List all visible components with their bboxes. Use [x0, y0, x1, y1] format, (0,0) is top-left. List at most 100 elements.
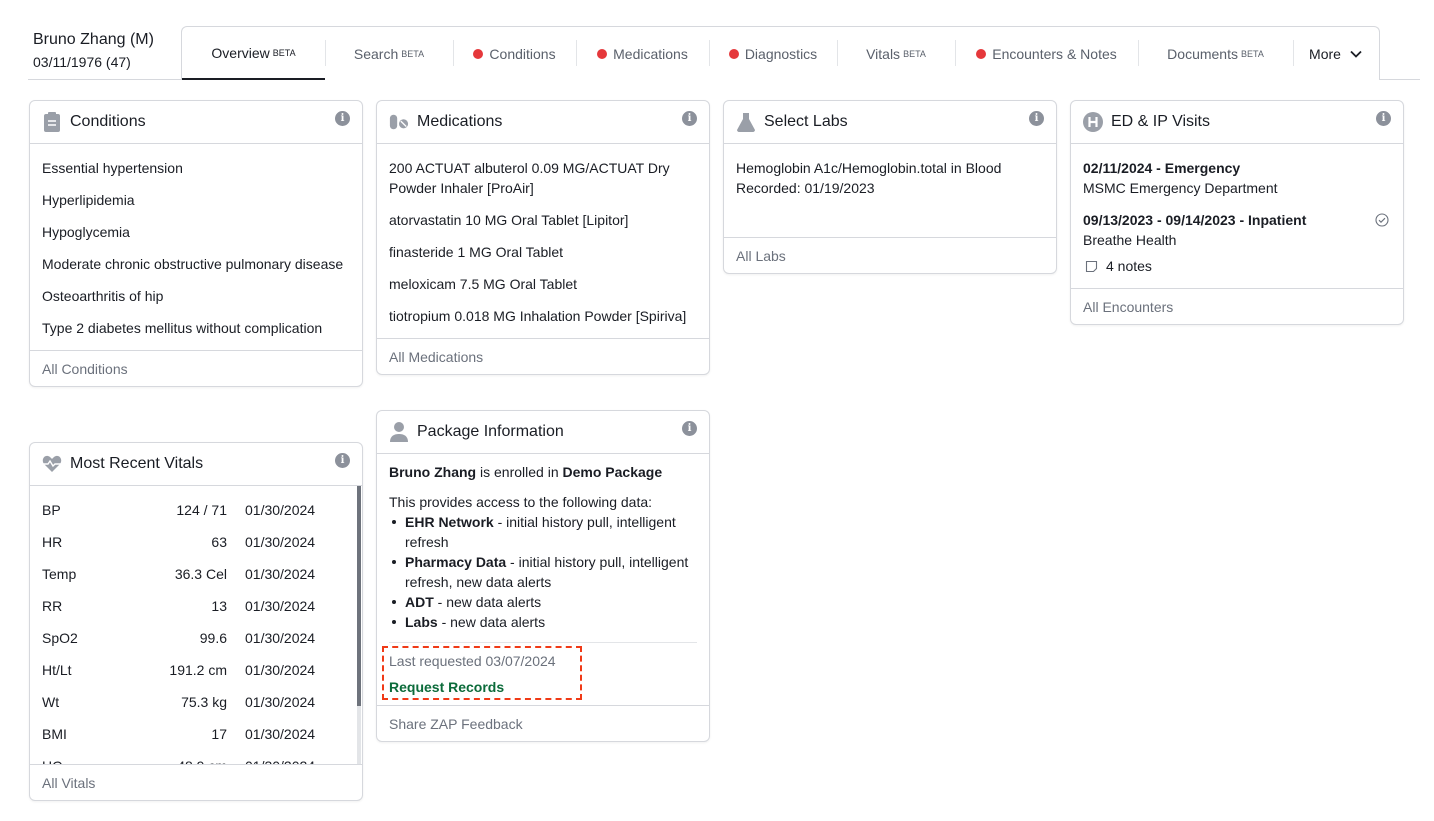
tab-label: More: [1309, 45, 1341, 62]
card-title: Conditions: [70, 113, 146, 130]
condition-item[interactable]: Type 2 diabetes mellitus without complic…: [42, 318, 350, 338]
vital-row: BMI 17 01/30/2024: [42, 724, 350, 744]
condition-item[interactable]: Moderate chronic obstructive pulmonary d…: [42, 254, 350, 274]
medication-item[interactable]: meloxicam 7.5 MG Oral Tablet: [389, 274, 697, 294]
all-encounters-link[interactable]: All Encounters: [1071, 288, 1403, 324]
chevron-down-icon: [1350, 50, 1362, 58]
patient-header: Bruno Zhang (M) 03/11/1976 (47): [33, 30, 154, 72]
check-circle-icon: [1375, 213, 1389, 227]
all-labs-link[interactable]: All Labs: [724, 237, 1056, 273]
patient-name: Bruno Zhang (M): [33, 31, 154, 48]
tab-label: Encounters & Notes: [992, 45, 1117, 62]
all-conditions-link[interactable]: All Conditions: [30, 350, 362, 386]
data-source-name: Pharmacy Data: [405, 554, 507, 570]
vital-value: 63: [211, 534, 227, 550]
vital-date: 01/30/2024: [245, 694, 316, 710]
vital-date: 01/30/2024: [245, 756, 315, 764]
tab-search[interactable]: Search BETA: [325, 27, 453, 80]
card-title: Medications: [417, 113, 503, 130]
vital-label: Wt: [42, 694, 60, 710]
access-intro: This provides access to the following da…: [389, 494, 653, 510]
conditions-card: Conditions i Essential hypertension Hyperl…: [29, 100, 363, 387]
visits-card: ED & IP Visits i 02/11/2024 - Emergency MS…: [1070, 100, 1404, 325]
vital-value: 75.3 kg: [181, 694, 227, 710]
vital-label: RR: [42, 598, 63, 614]
patient-dob: 03/11/1976 (47): [33, 54, 131, 70]
vitals-list: BP 124 / 71 01/30/2024 HR 63 01/30/2024 Temp 36…: [30, 486, 362, 764]
data-source-name: ADT: [405, 594, 434, 610]
beta-badge: BETA: [903, 48, 926, 59]
beta-badge: BETA: [1240, 48, 1264, 59]
tab-encounters-notes[interactable]: Encounters & Notes: [955, 27, 1138, 80]
note-icon: [1085, 260, 1098, 272]
data-access-list: EHR Network - initial history pull, inte…: [389, 512, 697, 643]
info-icon[interactable]: i: [682, 421, 697, 436]
vital-date: 01/30/2024: [245, 630, 316, 646]
info-icon[interactable]: i: [1029, 111, 1044, 126]
vital-label: HC: [42, 756, 132, 764]
vital-value: 48.9 cm: [132, 756, 227, 764]
data-source-desc: - new data alerts: [437, 614, 546, 630]
tab-overview[interactable]: Overview BETA: [182, 27, 325, 80]
data-source-name: Labs: [405, 614, 438, 630]
tab-diagnostics[interactable]: Diagnostics: [709, 27, 837, 80]
hospital-icon: [1083, 112, 1103, 132]
vital-label: BP: [42, 502, 61, 518]
medication-item[interactable]: 200 ACTUAT albuterol 0.09 MG/ACTUAT Dry …: [389, 158, 697, 198]
tab-label: Medications: [613, 45, 688, 62]
visit-facility: MSMC Emergency Department: [1083, 180, 1278, 196]
beta-badge: BETA: [401, 48, 425, 59]
all-vitals-link[interactable]: All Vitals: [30, 764, 362, 800]
info-icon[interactable]: i: [1376, 111, 1391, 126]
vital-value: 99.6: [199, 630, 227, 646]
vital-row: RR 13 01/30/2024: [42, 596, 350, 616]
tab-label: Search: [353, 45, 399, 62]
pills-icon: [389, 112, 409, 132]
vital-value: 36.3 Cel: [174, 566, 227, 582]
tab-label: Diagnostics: [744, 45, 818, 62]
medication-item[interactable]: finasteride 1 MG Oral Tablet: [389, 242, 697, 262]
card-title: Most Recent Vitals: [70, 455, 204, 472]
notes-link[interactable]: 4 notes: [1083, 256, 1391, 276]
data-access-item: EHR Network - initial history pull, inte…: [389, 512, 697, 552]
lab-name[interactable]: Hemoglobin A1c/Hemoglobin.total in Blood: [736, 158, 1044, 178]
clipboard-icon: [42, 112, 62, 132]
condition-item[interactable]: Osteoarthritis of hip: [42, 286, 350, 306]
vital-date: 01/30/2024: [245, 502, 316, 518]
all-medications-link[interactable]: All Medications: [377, 338, 709, 374]
vital-date: 01/30/2024: [245, 566, 316, 582]
visit-heading: 09/13/2023 - 09/14/2023 - Inpatient: [1083, 212, 1307, 228]
info-icon[interactable]: i: [335, 111, 350, 126]
share-feedback-link[interactable]: Share ZAP Feedback: [377, 705, 709, 741]
tab-documents[interactable]: Documents BETA: [1138, 27, 1293, 80]
medication-item[interactable]: atorvastatin 10 MG Oral Tablet [Lipitor]: [389, 210, 697, 230]
vital-value: 17: [211, 726, 227, 742]
patient-name: Bruno Zhang: [389, 464, 477, 480]
condition-item[interactable]: Hyperlipidemia: [42, 190, 350, 210]
info-icon[interactable]: i: [682, 111, 697, 126]
alert-dot-icon: [597, 48, 608, 59]
data-access-item: Pharmacy Data - initial history pull, in…: [389, 552, 697, 592]
vital-row: HC48.9 cm 01/30/2024: [42, 756, 350, 764]
vital-row: Temp 36.3 Cel 01/30/2024: [42, 564, 350, 584]
data-access-item: Labs - new data alerts: [389, 612, 697, 632]
condition-item[interactable]: Essential hypertension: [42, 158, 350, 178]
tab-label: Overview: [211, 44, 270, 61]
condition-item[interactable]: Hypoglycemia: [42, 222, 350, 242]
vital-value: 191.2 cm: [169, 662, 227, 678]
tab-conditions[interactable]: Conditions: [453, 27, 576, 80]
medication-item[interactable]: tiotropium 0.018 MG Inhalation Powder [S…: [389, 306, 697, 326]
tab-more[interactable]: More: [1293, 27, 1379, 80]
tab-vitals[interactable]: Vitals BETA: [837, 27, 955, 80]
visit-item[interactable]: 02/11/2024 - Emergency MSMC Emergency Dep…: [1083, 158, 1391, 198]
alert-dot-icon: [976, 48, 987, 59]
scrollbar[interactable]: [357, 486, 361, 764]
notes-count: 4 notes: [1106, 258, 1152, 274]
info-icon[interactable]: i: [335, 453, 350, 468]
tab-medications[interactable]: Medications: [576, 27, 709, 80]
highlight-box: [382, 646, 582, 700]
visit-item[interactable]: 09/13/2023 - 09/14/2023 - Inpatient Brea…: [1083, 210, 1391, 276]
card-title: Package Information: [417, 423, 564, 440]
data-access-item: ADT - new data alerts: [389, 592, 697, 612]
tab-label: Conditions: [489, 45, 556, 62]
